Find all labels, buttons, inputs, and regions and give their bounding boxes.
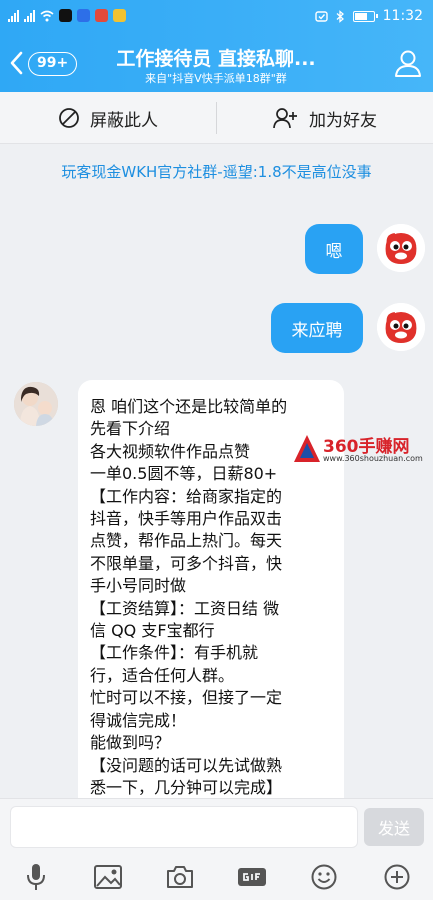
- emoji-icon: [311, 864, 337, 890]
- camera-icon: [167, 866, 193, 888]
- message-bubble-sent[interactable]: 来应聘: [271, 303, 363, 353]
- voice-button[interactable]: [21, 862, 51, 892]
- message-line: 悉一下，几分钟可以完成】: [90, 777, 283, 797]
- back-button[interactable]: [6, 46, 26, 80]
- unread-badge[interactable]: 99+: [28, 52, 78, 76]
- message-line: 信 QQ 支F宝都行: [90, 621, 215, 641]
- chat-title[interactable]: 工作接待员 直接私聊...: [96, 44, 336, 71]
- send-button[interactable]: 发送: [364, 808, 424, 846]
- mascot-avatar-icon: [377, 224, 425, 272]
- tiktok-icon: [59, 9, 72, 22]
- watermark: 360手赚网 www.360shouzhuan.com: [293, 432, 433, 468]
- message-line: 【工作内容：给商家指定的: [90, 486, 283, 506]
- signal-icon: [8, 9, 19, 22]
- action-bar: 屏蔽此人 加为好友: [0, 92, 433, 144]
- message-line: 手小号同时做: [90, 576, 187, 596]
- battery-icon: [352, 10, 378, 22]
- photo-avatar-icon: [14, 382, 58, 426]
- bluetooth-icon: [336, 9, 344, 23]
- watermark-url: www.360shouzhuan.com: [323, 454, 423, 463]
- message-line: 得诚信完成！: [90, 710, 187, 730]
- gif-button[interactable]: [237, 862, 267, 892]
- top-bar: 11:32 99+ 工作接待员 直接私聊... 来自"抖音V快手派单18群"群: [0, 0, 433, 92]
- chat-subtitle: 来自"抖音V快手派单18群"群: [145, 72, 287, 85]
- app-icon: [95, 9, 108, 22]
- chat-toolbar: [0, 854, 433, 900]
- message-line: 恩 咱们这个还是比较简单的: [90, 397, 288, 416]
- message-line: 行，适合任何人群。: [90, 665, 235, 685]
- block-user-label: 屏蔽此人: [90, 110, 158, 131]
- more-button[interactable]: [382, 862, 412, 892]
- message-line: 忙时可以不接，但接了一定: [90, 688, 283, 708]
- app-icon: [77, 9, 90, 22]
- watermark-logo-icon: [294, 435, 320, 462]
- message-line: 【工资结算】：工资日结 微: [90, 598, 280, 618]
- signal-icon: [24, 9, 35, 22]
- add-friend-button[interactable]: 加为好友: [217, 92, 433, 144]
- sender-avatar[interactable]: [14, 382, 58, 426]
- message-line: 能做到吗？: [90, 733, 171, 753]
- my-avatar[interactable]: [377, 224, 425, 272]
- mascot-avatar-icon: [377, 303, 425, 351]
- message-input[interactable]: [10, 806, 358, 848]
- image-icon: [94, 865, 122, 889]
- app-icon: [113, 9, 126, 22]
- block-user-button[interactable]: 屏蔽此人: [0, 92, 216, 144]
- microphone-icon: [27, 864, 45, 890]
- message-line: 抖音，快手等用户作品双击: [90, 509, 283, 529]
- add-friend-icon: [273, 108, 297, 129]
- gif-icon: [238, 868, 266, 886]
- plus-icon: [384, 864, 410, 890]
- chevron-left-icon: [10, 51, 23, 75]
- my-avatar[interactable]: [377, 303, 425, 351]
- wifi-icon: [40, 10, 54, 21]
- message-bubble-sent[interactable]: 嗯: [305, 224, 363, 274]
- message-line: 【工作条件】：有手机就: [90, 643, 259, 663]
- image-button[interactable]: [93, 862, 123, 892]
- message-line: 点赞，帮作品上热门。每天: [90, 531, 283, 551]
- message-line: 不限单量，可多个抖音，快: [90, 553, 283, 573]
- input-bar: 发送: [0, 798, 433, 854]
- user-icon: [395, 50, 421, 77]
- emoji-button[interactable]: [309, 862, 339, 892]
- camera-button[interactable]: [165, 862, 195, 892]
- status-bar: 11:32: [0, 0, 433, 34]
- add-friend-label: 加为好友: [309, 110, 377, 131]
- chat-header: 99+ 工作接待员 直接私聊... 来自"抖音V快手派单18群"群: [0, 36, 433, 92]
- profile-button[interactable]: [393, 48, 423, 78]
- alarm-icon: [314, 10, 328, 22]
- group-banner-link[interactable]: 玩客现金WKH官方社群-遥望:1.8不是高位没事: [0, 145, 433, 197]
- block-icon: [59, 108, 79, 128]
- message-line: 【没问题的话可以先试做熟: [90, 755, 283, 775]
- status-time: 11:32: [382, 8, 423, 24]
